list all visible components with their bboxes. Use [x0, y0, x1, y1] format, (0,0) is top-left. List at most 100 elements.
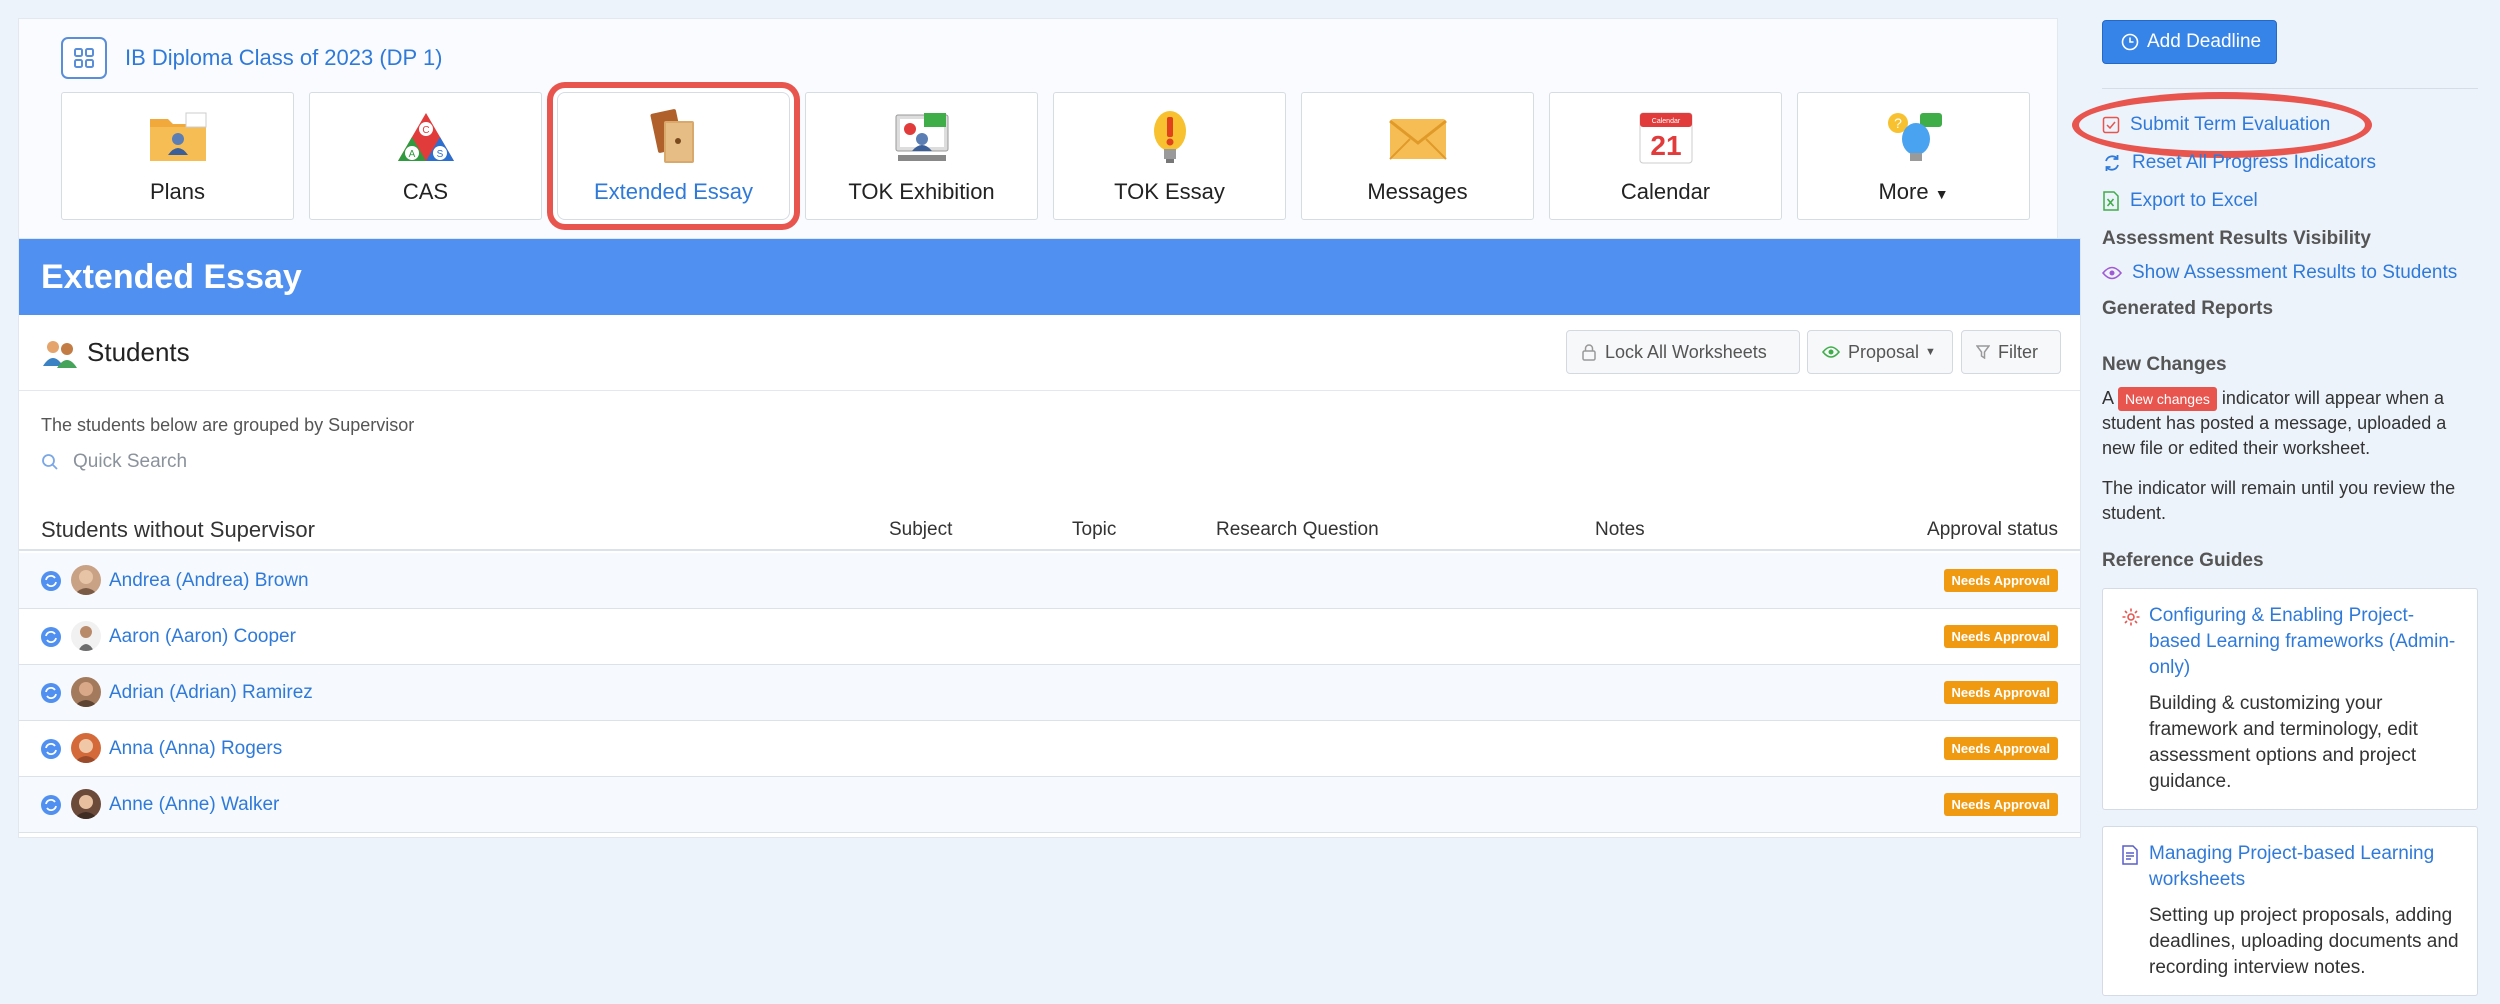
student-name-link[interactable]: Adrian (Adrian) Ramirez: [109, 682, 313, 704]
lightbulb-exclamation-icon: [1153, 111, 1186, 163]
tile-tok-exhibition[interactable]: TOK Exhibition: [805, 92, 1038, 220]
reference-guides-heading: Reference Guides: [2102, 550, 2264, 571]
status-badge: Needs Approval: [1943, 737, 2058, 760]
tile-tok-essay[interactable]: TOK Essay: [1053, 92, 1286, 220]
highlight-annotation: [2072, 92, 2372, 158]
avatar: [71, 789, 101, 819]
column-notes[interactable]: Notes: [1595, 519, 1645, 541]
show-assessment-results-link[interactable]: Show Assessment Results to Students: [2102, 262, 2457, 284]
filter-icon: [1976, 345, 1990, 359]
filter-button[interactable]: Filter: [1961, 330, 2061, 374]
table-row[interactable]: Adrian (Adrian) Ramirez Needs Approval: [19, 665, 2080, 721]
page-title: Extended Essay: [19, 239, 2080, 315]
reference-guide-card[interactable]: Configuring & Enabling Project-based Lea…: [2102, 588, 2478, 810]
svg-text:A: A: [408, 149, 415, 160]
guide-title-link[interactable]: Configuring & Enabling Project-based Lea…: [2149, 603, 2461, 681]
visibility-heading: Assessment Results Visibility: [2102, 228, 2371, 249]
status-badge: Needs Approval: [1943, 625, 2058, 648]
column-approval-status[interactable]: Approval status: [1927, 519, 2058, 541]
new-changes-heading: New Changes: [2102, 354, 2227, 375]
student-name-link[interactable]: Andrea (Andrea) Brown: [109, 570, 309, 592]
students-table-header: Students without Supervisor Subject Topi…: [19, 509, 2080, 551]
eye-icon: [1822, 346, 1840, 358]
tile-cas[interactable]: C A S CAS: [309, 92, 542, 220]
status-badge: Needs Approval: [1943, 681, 2058, 704]
avatar: [71, 733, 101, 763]
sync-icon: [41, 627, 61, 647]
students-icon: [43, 340, 77, 368]
table-row[interactable]: Andrea (Andrea) Brown Needs Approval: [19, 553, 2080, 609]
status-badge: Needs Approval: [1943, 793, 2058, 816]
student-name-link[interactable]: Anna (Anna) Rogers: [109, 738, 282, 760]
chevron-down-icon: ▼: [1925, 346, 1936, 358]
reset-progress-indicators-link[interactable]: Reset All Progress Indicators: [2102, 152, 2376, 174]
chevron-down-icon: ▼: [1934, 186, 1949, 202]
lightbulb-chat-icon: ?: [1887, 113, 1942, 161]
folder-person-icon: [149, 112, 206, 161]
svg-text:21: 21: [1650, 130, 1681, 161]
tile-label: More ▼: [1878, 179, 1949, 204]
tile-label: TOK Exhibition: [848, 179, 995, 204]
envelope-icon: [1388, 119, 1447, 160]
grid-icon: [74, 48, 94, 68]
exhibition-icon: [895, 113, 948, 161]
table-row[interactable]: Aaron (Aaron) Cooper Needs Approval: [19, 609, 2080, 665]
sync-icon: [41, 683, 61, 703]
clock-icon: [2121, 33, 2139, 51]
cas-triangle-icon: C A S: [397, 113, 454, 161]
proposal-dropdown[interactable]: Proposal ▼: [1807, 330, 1953, 374]
apps-grid-button[interactable]: [61, 37, 107, 79]
avatar: [71, 565, 101, 595]
indicator-note: The indicator will remain until you revi…: [2102, 478, 2456, 523]
class-title-link[interactable]: IB Diploma Class of 2023 (DP 1): [125, 45, 443, 71]
column-topic[interactable]: Topic: [1072, 519, 1116, 541]
table-row[interactable]: Anne (Anne) Walker Needs Approval: [19, 777, 2080, 833]
avatar: [71, 677, 101, 707]
document-edit-icon: [2122, 845, 2138, 865]
column-research-question[interactable]: Research Question: [1216, 519, 1379, 541]
divider: [2102, 88, 2478, 89]
eye-icon: [2102, 266, 2122, 280]
export-to-excel-link[interactable]: Export to Excel: [2102, 190, 2258, 212]
grouping-note: The students below are grouped by Superv…: [41, 415, 415, 435]
new-changes-description: A New changes indicator will appear when…: [2102, 387, 2447, 458]
refresh-icon: [2105, 155, 2119, 171]
calendar-icon: Calendar 21: [1639, 112, 1692, 164]
guide-description: Building & customizing your framework an…: [2149, 693, 2418, 792]
lock-icon: [1582, 344, 1596, 361]
lock-all-worksheets-button[interactable]: Lock All Worksheets: [1566, 330, 1800, 374]
avatar: [71, 621, 101, 651]
quick-search: [41, 451, 673, 473]
student-name-link[interactable]: Aaron (Aaron) Cooper: [109, 626, 296, 648]
column-subject[interactable]: Subject: [889, 519, 952, 541]
students-heading: Students: [41, 337, 190, 368]
excel-icon: [2103, 191, 2119, 211]
sync-icon: [41, 571, 61, 591]
tile-extended-essay[interactable]: Extended Essay: [557, 92, 790, 220]
add-deadline-button[interactable]: Add Deadline: [2102, 20, 2277, 64]
table-row[interactable]: Anna (Anna) Rogers Needs Approval: [19, 721, 2080, 777]
svg-text:?: ?: [1894, 115, 1902, 131]
tile-more[interactable]: ? More ▼: [1797, 92, 2030, 220]
svg-text:C: C: [422, 125, 429, 136]
tile-label: Extended Essay: [594, 179, 753, 204]
sync-icon: [41, 795, 61, 815]
search-icon: [42, 454, 58, 470]
tile-messages[interactable]: Messages: [1301, 92, 1534, 220]
gear-icon: [2122, 608, 2140, 626]
reference-guide-card[interactable]: Managing Project-based Learning workshee…: [2102, 826, 2478, 996]
group-header: Students without Supervisor: [41, 517, 315, 542]
status-badge: Needs Approval: [1943, 569, 2058, 592]
class-header: IB Diploma Class of 2023 (DP 1): [61, 37, 443, 79]
guide-title-link[interactable]: Managing Project-based Learning workshee…: [2149, 841, 2461, 893]
class-navigation-card: IB Diploma Class of 2023 (DP 1) Plans C …: [18, 18, 2058, 240]
tile-plans[interactable]: Plans: [61, 92, 294, 220]
extended-essay-panel: Extended Essay Students Lock All Workshe…: [18, 238, 2081, 838]
students-table-body: Andrea (Andrea) Brown Needs Approval Aar…: [19, 553, 2080, 833]
svg-text:Calendar: Calendar: [1651, 118, 1680, 125]
new-changes-badge: New changes: [2118, 387, 2217, 411]
tile-label: Messages: [1367, 179, 1468, 204]
tile-calendar[interactable]: Calendar 21 Calendar: [1549, 92, 1782, 220]
student-name-link[interactable]: Anne (Anne) Walker: [109, 794, 279, 816]
quick-search-input[interactable]: [73, 451, 673, 473]
